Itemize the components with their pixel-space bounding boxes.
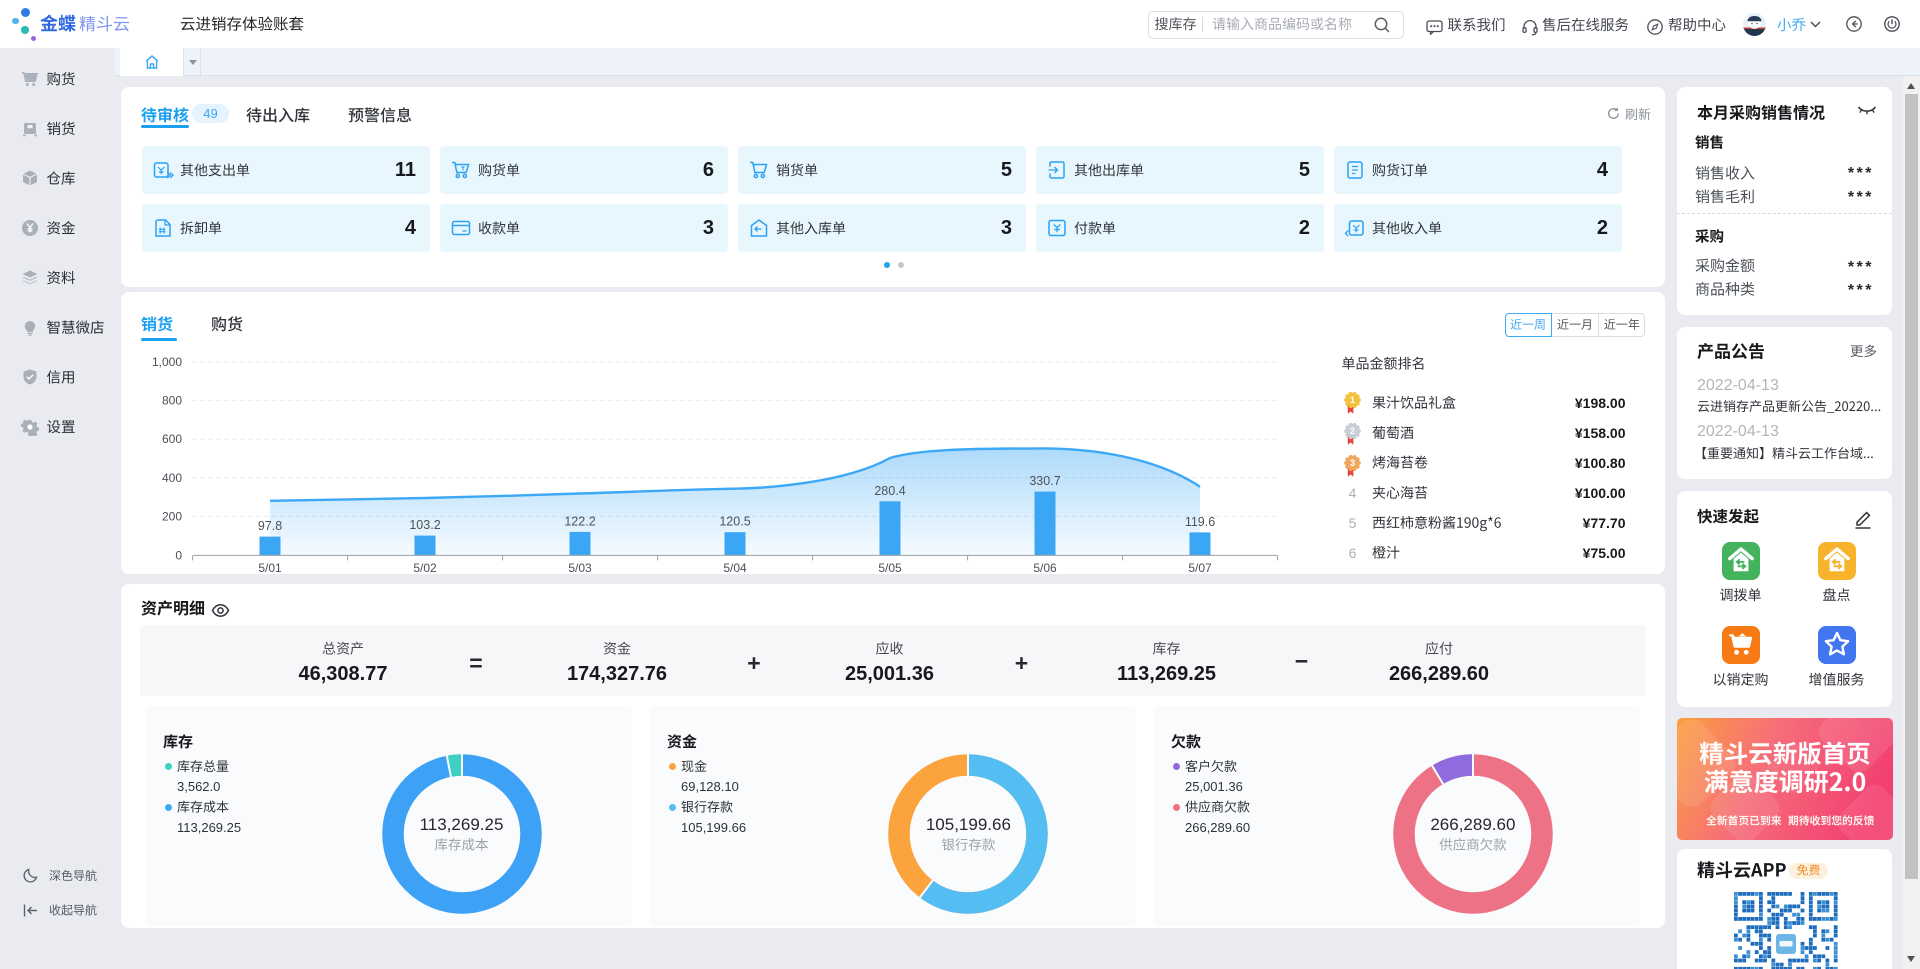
svg-text:280.4: 280.4 [874, 484, 905, 498]
svg-text:2: 2 [1350, 426, 1355, 436]
svg-text:600: 600 [162, 432, 182, 446]
svg-text:330.7: 330.7 [1029, 474, 1060, 488]
svg-text:800: 800 [162, 394, 182, 408]
svg-text:5/07: 5/07 [1188, 561, 1212, 574]
svg-text:119.6: 119.6 [1185, 515, 1215, 529]
svg-text:0: 0 [175, 548, 182, 562]
svg-text:122.2: 122.2 [564, 514, 595, 528]
svg-text:5/01: 5/01 [258, 561, 282, 574]
svg-text:5/02: 5/02 [413, 561, 437, 574]
svg-text:1,000: 1,000 [152, 355, 182, 369]
svg-text:200: 200 [162, 509, 182, 523]
svg-text:5/03: 5/03 [568, 561, 592, 574]
svg-text:1: 1 [1350, 395, 1355, 405]
svg-text:400: 400 [162, 471, 182, 485]
svg-text:3: 3 [1350, 458, 1355, 468]
svg-text:5/05: 5/05 [878, 561, 902, 574]
svg-text:5/04: 5/04 [723, 561, 747, 574]
svg-text:103.2: 103.2 [409, 518, 440, 532]
svg-text:120.5: 120.5 [719, 515, 750, 529]
svg-text:5/06: 5/06 [1033, 561, 1057, 574]
svg-text:97.8: 97.8 [258, 519, 282, 533]
